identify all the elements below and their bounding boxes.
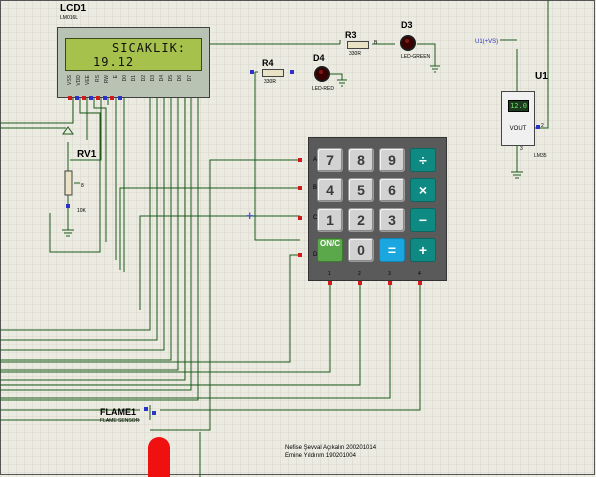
lcd-pin-label: D7 (186, 75, 193, 82)
keypad-key[interactable]: 0 (348, 238, 374, 262)
keypad-key[interactable]: 3 (379, 208, 405, 232)
r3-pin: B (374, 40, 378, 46)
keypad-col-label: 2 (358, 271, 361, 277)
lcd-pin-label: RW (103, 75, 110, 84)
crosshair-cursor-icon: ✛ (246, 211, 254, 221)
lcd-pin-label: D0 (122, 75, 129, 82)
flame-ref: FLAME1 (100, 407, 136, 417)
keypad-col-pin (388, 281, 392, 285)
lcd-pin-label: D4 (159, 75, 165, 82)
rv1-pin-marker (66, 204, 70, 208)
keypad-row-label: C (313, 215, 318, 221)
lcd-pin-marker (75, 96, 79, 100)
rv1-pin: 8 (81, 183, 84, 189)
keypad-key[interactable]: 8 (348, 148, 374, 172)
keypad-col-label: 3 (388, 271, 391, 277)
keypad-col-pin (358, 281, 362, 285)
keypad-row-label: D (313, 252, 318, 258)
lcd-ref: LCD1 (60, 3, 87, 14)
lcd-display[interactable]: SICAKLIK: 19.12 VSS VDD VEE RS RW E D0 D1 D2 D3 D4… (57, 27, 210, 98)
r4-value: 330R (264, 79, 276, 85)
u1-ref: U1 (535, 71, 548, 82)
keypad-key[interactable]: × (410, 178, 436, 202)
flame-model: FLAME SENSOR (100, 418, 140, 424)
author-line-1: Nefise Şevval Açıkalın 200201014 (285, 445, 377, 451)
lm35-display: 12.0 (508, 100, 529, 112)
keypad-key[interactable]: = (379, 238, 405, 262)
lcd-pin-label: VEE (85, 75, 92, 86)
lcd-pin-label: VDD (76, 75, 83, 86)
lcd-pin-label: RS (94, 75, 101, 82)
lcd-pin-labels: VSS VDD VEE RS RW E D0 D1 D2 D3 D4 D5 D6 D7 (67, 75, 197, 93)
r4-pin-marker (290, 70, 294, 74)
d3-model: LED-GREEN (401, 54, 431, 60)
keypad-key[interactable]: 5 (348, 178, 374, 202)
keypad-key[interactable]: ÷ (410, 148, 436, 172)
d4-ref: D4 (313, 53, 325, 63)
r4-resistor[interactable] (262, 69, 284, 77)
lm35-sensor[interactable]: 12.0 VOUT (501, 91, 535, 146)
flame-pin-marker (152, 411, 156, 415)
keypad-col-label: 1 (328, 271, 331, 277)
lcd-screen: SICAKLIK: 19.12 (65, 38, 202, 71)
lcd-line-2: 19.12 (93, 55, 135, 69)
lcd-pin-label: D1 (131, 75, 138, 82)
lcd-pin-marker (82, 96, 86, 100)
r3-ref: R3 (345, 30, 357, 40)
lcd-line-1: SICAKLIK: (112, 41, 187, 55)
author-line-2: Emine Yıldırım 190201004 (285, 453, 356, 459)
lcd-model: LM016L (60, 15, 79, 21)
keypad-row-pin (298, 158, 302, 162)
lcd-pin-label: D6 (177, 75, 184, 82)
lcd-pin-marker (118, 96, 122, 100)
keypad-row-pin (298, 186, 302, 190)
keypad-col-pin (418, 281, 422, 285)
keypad-key[interactable]: 7 (317, 148, 343, 172)
lcd-pin-marker (103, 96, 107, 100)
d3-ref: D3 (401, 20, 413, 30)
lcd-pin-marker (89, 96, 93, 100)
flame-pin-marker (144, 407, 148, 411)
r3-value: 330R (349, 51, 361, 57)
lcd-pin-marker (110, 96, 114, 100)
r3-resistor[interactable] (347, 41, 369, 49)
u1-supply: U1(+VS) (475, 39, 499, 45)
lcd-pin-label: VSS (67, 75, 73, 86)
keypad-row-pin (298, 253, 302, 257)
keypad-key[interactable]: 6 (379, 178, 405, 202)
u1-pin-marker (536, 125, 540, 129)
u1-pin2: 2 (541, 123, 544, 129)
keypad-key[interactable]: 1 (317, 208, 343, 232)
lm35-vout-label: VOUT (509, 126, 527, 132)
lcd-pin-label: D3 (149, 75, 156, 82)
keypad-key[interactable]: 9 (379, 148, 405, 172)
rv1-value: 10K (77, 208, 86, 214)
lcd-pin-label: D5 (168, 75, 175, 82)
flame-source-icon[interactable] (148, 437, 170, 477)
d4-led[interactable] (314, 66, 330, 82)
keypad-col-label: 4 (418, 271, 421, 277)
keypad-key[interactable]: 2 (348, 208, 374, 232)
keypad-key[interactable]: 4 (317, 178, 343, 202)
keypad-row-pin (298, 216, 302, 220)
lcd-pin-label: E (113, 75, 119, 79)
u1-pin3: 3 (520, 146, 523, 152)
schematic-canvas[interactable]: LCD1 LM016L SICAKLIK: 19.12 VSS VDD VEE RS R… (0, 0, 596, 477)
lcd-pin-label: D2 (140, 75, 147, 82)
d3-led[interactable] (400, 35, 416, 51)
lcd-pin-marker (96, 96, 100, 100)
rv1-ref: RV1 (77, 149, 97, 160)
keypad-row-label: B (313, 185, 318, 191)
keypad-key[interactable]: + (410, 238, 436, 262)
r4-pin-marker (250, 70, 254, 74)
keypad-row-label: A (313, 157, 318, 163)
keypad-key[interactable]: ON/C (317, 238, 343, 262)
lcd-pin-marker (68, 96, 72, 100)
keypad[interactable]: 7 8 9 ÷ 4 5 6 × 1 2 3− ON/C 0 = + (308, 137, 447, 281)
keypad-key[interactable]: − (410, 208, 436, 232)
keypad-col-pin (328, 281, 332, 285)
r4-ref: R4 (262, 58, 274, 68)
u1-model: LM35 (534, 153, 547, 159)
d4-model: LED-RED (312, 86, 334, 92)
